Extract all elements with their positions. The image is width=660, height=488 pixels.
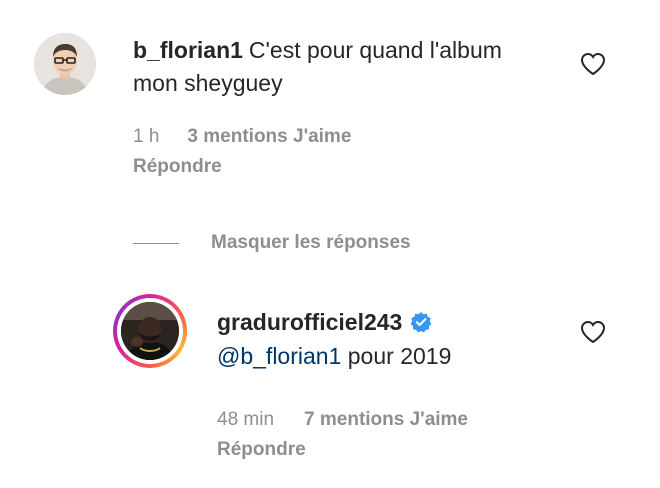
heart-outline-icon bbox=[580, 320, 606, 344]
comment-time[interactable]: 1 h bbox=[133, 126, 159, 147]
reply-text: pour 2019 bbox=[347, 343, 452, 369]
hide-replies[interactable]: Masquer les réponses bbox=[133, 228, 411, 258]
user-avatar-icon bbox=[34, 33, 96, 95]
reply-comment: gradurofficiel243 @b_florian1 pour 2019 … bbox=[217, 305, 557, 465]
reply-text-block: gradurofficiel243 @b_florian1 pour 2019 bbox=[217, 305, 557, 373]
avatar-story-ring[interactable] bbox=[113, 294, 187, 368]
avatar-ring-gap bbox=[117, 298, 183, 364]
reply-meta: 48 min 7 mentions J'aime Répondre bbox=[217, 405, 557, 465]
reply-username-row: gradurofficiel243 bbox=[217, 305, 557, 339]
reply-button[interactable]: Répondre bbox=[217, 435, 557, 465]
comment-username[interactable]: b_florian1 bbox=[133, 37, 243, 63]
comment-meta: 1 h 3 mentions J'aime Répondre bbox=[133, 122, 553, 182]
reply-likes-count[interactable]: 7 mentions J'aime bbox=[304, 409, 468, 430]
comment-likes-count[interactable]: 3 mentions J'aime bbox=[187, 126, 351, 147]
like-button[interactable] bbox=[580, 52, 606, 76]
avatar[interactable] bbox=[34, 33, 96, 95]
reply-text-line: @b_florian1 pour 2019 bbox=[217, 339, 557, 373]
mention-link[interactable]: @b_florian1 bbox=[217, 343, 341, 369]
comment: b_florian1 C'est pour quand l'album mon s… bbox=[133, 34, 553, 182]
reply-time[interactable]: 48 min bbox=[217, 409, 274, 430]
heart-outline-icon bbox=[580, 52, 606, 76]
avatar[interactable] bbox=[121, 302, 179, 360]
comment-text-block: b_florian1 C'est pour quand l'album mon s… bbox=[133, 34, 553, 100]
user-avatar-icon bbox=[121, 302, 179, 360]
divider bbox=[133, 242, 179, 244]
reply-username[interactable]: gradurofficiel243 bbox=[217, 305, 402, 339]
comments-panel: b_florian1 C'est pour quand l'album mon s… bbox=[0, 0, 660, 488]
hide-replies-label[interactable]: Masquer les réponses bbox=[211, 232, 411, 254]
like-button[interactable] bbox=[580, 320, 606, 344]
reply-button[interactable]: Répondre bbox=[133, 152, 553, 182]
verified-badge-icon bbox=[410, 312, 432, 333]
